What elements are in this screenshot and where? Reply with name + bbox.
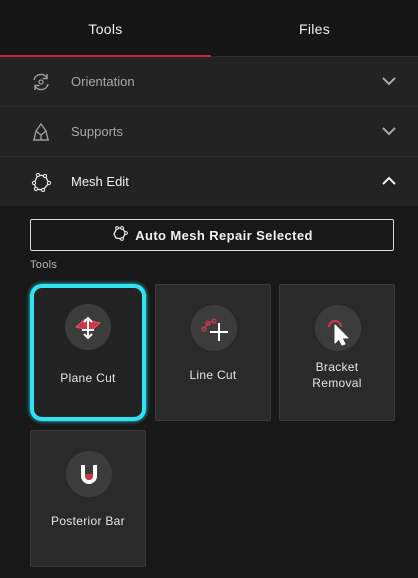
tab-tools[interactable]: Tools	[0, 0, 211, 57]
mesh-icon	[31, 172, 52, 193]
tab-files-label: Files	[298, 20, 331, 37]
accordion-orientation-label: Orientation	[71, 74, 135, 89]
accordion-mesh-edit-label: Mesh Edit	[71, 174, 129, 189]
chevron-down-icon	[382, 127, 396, 136]
tab-files[interactable]: Files	[211, 0, 418, 57]
accordion-orientation[interactable]: Orientation	[0, 57, 418, 107]
plane-cut-icon	[74, 316, 102, 340]
accordion-supports-label: Supports	[71, 124, 124, 139]
posterior-bar-icon	[81, 465, 97, 484]
line-cut-icon	[201, 318, 228, 341]
supports-icon	[33, 122, 49, 141]
tool-bracket-removal[interactable]: Bracket Removal	[279, 284, 395, 421]
tool-line-cut[interactable]: Line Cut	[155, 284, 271, 421]
tool-posterior-bar[interactable]: Posterior Bar	[30, 430, 146, 567]
chevron-up-icon	[382, 176, 396, 185]
tool-bracket-removal-label: Bracket Removal	[312, 360, 362, 390]
tab-bar: Tools Files	[0, 0, 418, 57]
bracket-removal-icon	[328, 320, 349, 346]
tool-plane-cut[interactable]: Plane Cut	[30, 284, 146, 421]
auto-mesh-repair-button[interactable]: Auto Mesh Repair Selected	[30, 219, 394, 251]
tool-posterior-bar-label: Posterior Bar	[51, 514, 125, 528]
tool-plane-cut-label: Plane Cut	[60, 371, 116, 385]
tab-tools-label: Tools	[88, 20, 123, 37]
tool-line-cut-label: Line Cut	[189, 368, 237, 382]
chevron-down-icon	[382, 77, 396, 86]
accordion-supports[interactable]: Supports	[0, 107, 418, 157]
accordion-mesh-edit[interactable]: Mesh Edit	[0, 157, 418, 207]
mesh-repair-icon	[113, 226, 129, 241]
rotate-icon	[33, 73, 49, 91]
auto-mesh-repair-label: Auto Mesh Repair Selected	[135, 227, 313, 243]
tools-section-label: Tools	[30, 259, 58, 271]
